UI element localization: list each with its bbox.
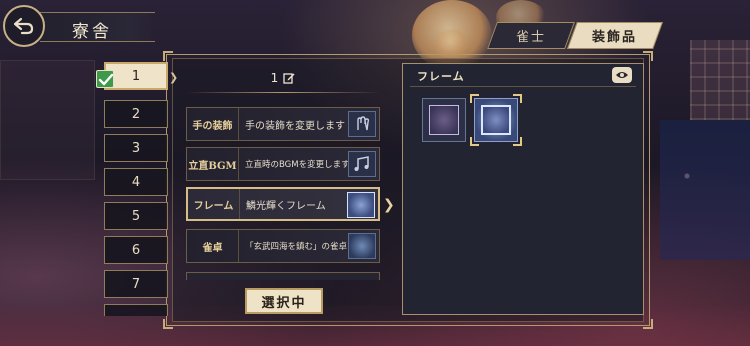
slot-label: フレーム (188, 189, 240, 219)
loadout-item[interactable]: 7 (104, 270, 168, 298)
loadout-number: 2 (131, 106, 141, 122)
loadout-number: 1 (131, 68, 141, 84)
frame-option-default[interactable] (422, 98, 466, 142)
frame-option-selected[interactable] (474, 98, 518, 142)
frame-icon (347, 192, 375, 218)
loadout-item[interactable]: 5 (104, 202, 168, 230)
selection-bracket (513, 137, 522, 146)
slot-value: 鱗光輝くフレーム (246, 200, 326, 212)
slot-label: 雀卓 (187, 230, 239, 262)
chevron-right-icon: ❯ (383, 197, 395, 213)
slot-value: 立直時のBGMを変更します (245, 160, 350, 170)
slot-value: 「玄武四海を鎮む」の雀卓 (245, 242, 348, 252)
loadout-number: 7 (131, 276, 141, 292)
edit-icon[interactable] (283, 72, 295, 84)
frame-thumbnail (429, 105, 459, 135)
loadout-item-partial[interactable] (104, 304, 168, 316)
slot-riichi-bgm[interactable]: 立直BGM 立直時のBGMを変更します (186, 147, 380, 181)
loadout-item[interactable]: 4 (104, 168, 168, 196)
hand-icon (348, 111, 376, 137)
frame-thumbnail (481, 105, 511, 135)
music-note-icon (348, 151, 376, 177)
tab-label: 雀士 (515, 30, 546, 45)
slot-hand-decoration[interactable]: 手の装飾 手の装飾を変更します (186, 107, 380, 141)
back-button[interactable] (3, 5, 45, 47)
selection-bracket (470, 137, 479, 146)
slot-partial (186, 272, 380, 280)
loadout-name[interactable]: 1 (186, 66, 380, 90)
chevron-right-icon: ❯ (169, 71, 179, 84)
in-use-button[interactable]: 選択中 (245, 288, 323, 314)
tab-mahjong-soul[interactable]: 雀士 (487, 22, 575, 49)
selection-bracket (513, 94, 522, 103)
background-wall-panel (0, 60, 95, 180)
loadout-number: 3 (131, 140, 141, 156)
frame-corner (643, 319, 653, 329)
loadout-number: 5 (131, 208, 141, 224)
slot-label: 手の装飾 (187, 108, 239, 140)
back-arrow-icon (13, 17, 34, 35)
loadout-item[interactable]: 6 (104, 236, 168, 264)
eye-icon (616, 72, 628, 78)
loadout-item[interactable]: 2 (104, 100, 168, 128)
active-checkbox[interactable] (96, 70, 114, 88)
frame-corner (163, 51, 173, 61)
background-shoji-window (690, 40, 750, 120)
preview-button[interactable] (612, 67, 632, 83)
slot-frame[interactable]: フレーム 鱗光輝くフレーム (186, 187, 380, 221)
frame-corner (643, 51, 653, 61)
divider (410, 86, 636, 87)
header: 寮舎 (0, 0, 190, 52)
frame-corner (163, 319, 173, 329)
page-title: 寮舎 (72, 22, 112, 42)
loadout-item[interactable]: 3 (104, 134, 168, 162)
loadout-number: 6 (131, 242, 141, 258)
background-night-window (660, 120, 750, 260)
tab-label: 装飾品 (592, 30, 638, 45)
selection-bracket (470, 94, 479, 103)
slot-mahjong-table[interactable]: 雀卓 「玄武四海を鎮む」の雀卓 (186, 229, 380, 263)
slot-value: 手の装飾を変更します (245, 120, 345, 132)
slot-label: 立直BGM (187, 148, 239, 180)
loadout-number: 4 (131, 174, 141, 190)
table-icon (348, 233, 376, 259)
panel-title: フレーム (417, 70, 465, 83)
loadout-name-text: 1 (270, 71, 279, 85)
check-icon (98, 73, 114, 86)
tab-accessories[interactable]: 装飾品 (567, 22, 663, 49)
divider (186, 92, 380, 93)
